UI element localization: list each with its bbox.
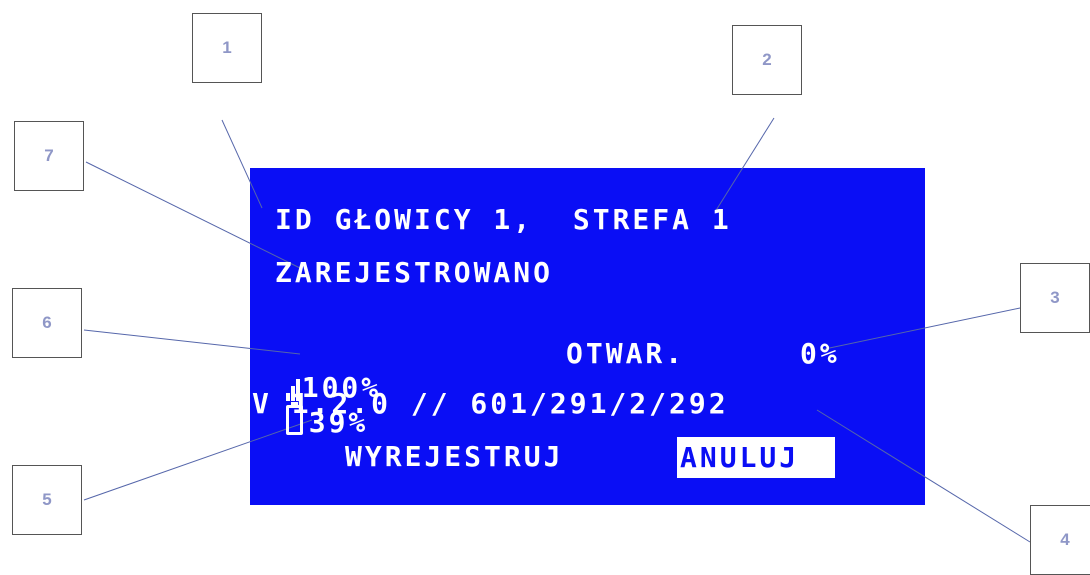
callout-6-number: 6 [42,313,52,332]
callout-5: 5 [12,465,82,535]
callout-2: 2 [732,25,802,95]
callout-4: 4 [1030,505,1090,575]
callout-3-number: 3 [1050,288,1060,307]
leader-line-1 [221,119,263,209]
callout-2-number: 2 [762,50,772,69]
valve-state: OTWAR. [566,337,686,370]
callout-7: 7 [14,121,84,191]
leader-line-4 [816,409,1031,543]
callout-4-number: 4 [1060,530,1070,549]
callout-1-number: 1 [222,38,232,57]
cancel-button[interactable]: ANULUJ [677,437,835,478]
leader-line-7 [85,161,301,269]
leader-line-2 [714,117,775,213]
callout-1: 1 [192,13,262,83]
head-id-zone-line: ID GŁOWICY 1, STREFA 1 [275,203,732,236]
leader-line-3 [819,307,1021,351]
callout-3: 3 [1020,263,1090,333]
version-line: V 1.2.0 // 601/291/2/292 [252,387,729,420]
valve-percent: 0% [800,337,840,370]
callout-7-number: 7 [44,146,54,165]
callout-5-number: 5 [42,490,52,509]
unregister-button[interactable]: WYREJESTRUJ [345,440,563,474]
callout-6: 6 [12,288,82,358]
registration-status: ZAREJESTROWANO [275,256,554,289]
